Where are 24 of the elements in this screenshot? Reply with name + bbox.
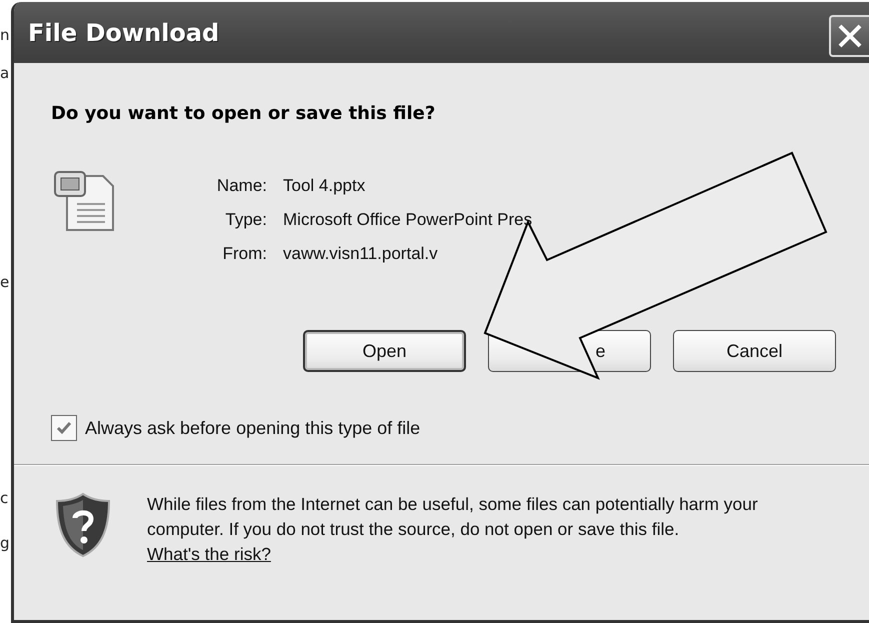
warning-text: While files from the Internet can be useful, some files can potentially harm your computer. If you do not trust the source, do not open or save this file. What's the risk? <box>147 493 759 566</box>
background-text: c <box>0 490 10 506</box>
close-icon <box>837 22 863 48</box>
field-value: Tool 4.pptx <box>283 176 366 196</box>
shield-icon <box>54 492 112 558</box>
background-text: e <box>0 274 10 290</box>
document-icon <box>51 168 117 234</box>
background-text: n <box>0 27 11 43</box>
risk-link[interactable]: What's the risk? <box>147 544 271 564</box>
checkbox[interactable] <box>51 415 77 441</box>
field-value: Microsoft Office PowerPoint Pres <box>283 210 532 230</box>
field-value: vaww.visn11.portal.v <box>283 244 439 264</box>
checkbox-label: Always ask before opening this type of file <box>85 418 420 438</box>
open-button[interactable]: Open <box>303 330 466 372</box>
close-button[interactable] <box>829 14 869 56</box>
field-label: Type: <box>224 210 267 230</box>
background-text: a <box>0 65 10 81</box>
background-text: g <box>0 535 11 551</box>
field-label: From: <box>222 244 267 264</box>
dialog-heading: Do you want to open or save this file? <box>51 103 436 124</box>
cancel-button[interactable]: Cancel <box>673 330 836 372</box>
field-label: Name: <box>216 176 267 196</box>
window-title: File Download <box>28 18 220 46</box>
check-icon <box>56 421 72 435</box>
